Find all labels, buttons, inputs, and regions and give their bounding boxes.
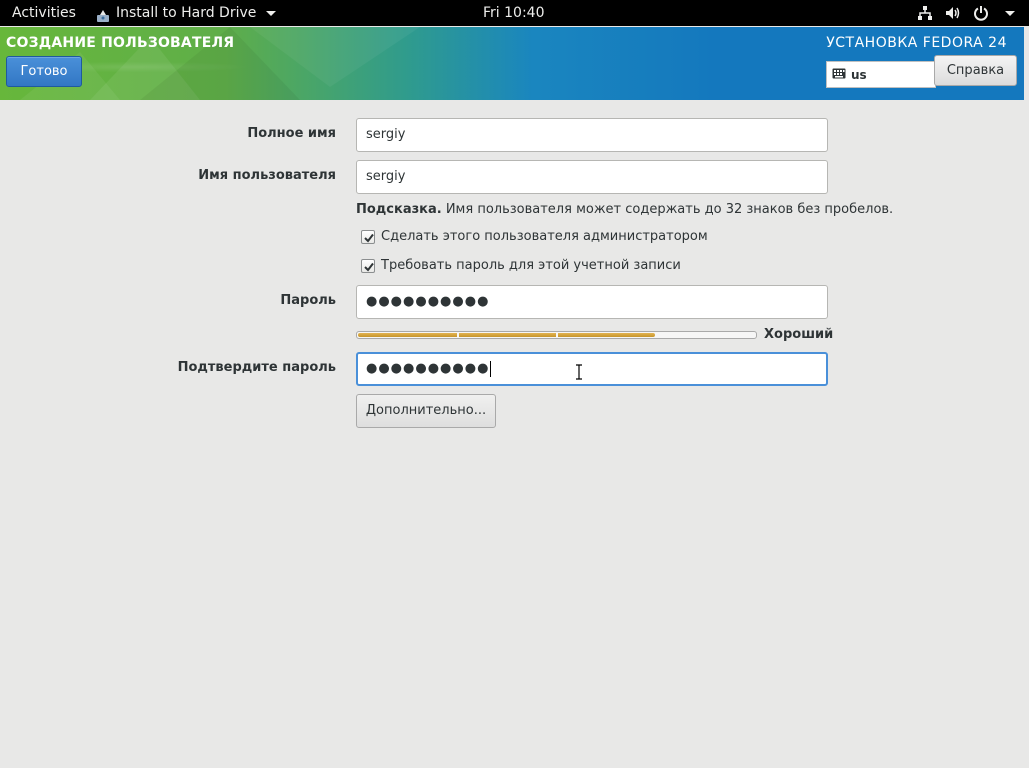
admin-checkbox[interactable] bbox=[361, 229, 375, 244]
power-icon bbox=[973, 5, 989, 21]
require-password-row[interactable]: Требовать пароль для этой учетной записи bbox=[361, 258, 681, 273]
strength-segment-divider bbox=[556, 332, 558, 338]
clock[interactable]: Fri 10:40 bbox=[483, 0, 544, 26]
keyboard-layout-label: us bbox=[851, 67, 867, 82]
system-menu[interactable] bbox=[917, 0, 1015, 26]
admin-checkbox-label: Сделать этого пользователя администратор… bbox=[381, 229, 708, 244]
admin-checkbox-row[interactable]: Сделать этого пользователя администратор… bbox=[361, 229, 708, 244]
keyboard-icon bbox=[832, 68, 846, 82]
product-title: УСТАНОВКА FEDORA 24 bbox=[826, 35, 1007, 51]
fullname-label: Полное имя bbox=[247, 126, 336, 141]
chevron-down-icon bbox=[266, 10, 277, 16]
spoke-title: СОЗДАНИЕ ПОЛЬЗОВАТЕЛЯ bbox=[6, 35, 235, 51]
volume-icon bbox=[945, 5, 961, 21]
activities-button[interactable]: Activities bbox=[12, 0, 76, 26]
password-input[interactable]: ●●●●●●●●●● bbox=[356, 285, 828, 319]
username-label: Имя пользователя bbox=[198, 168, 336, 183]
installer-icon bbox=[96, 6, 110, 22]
system-top-bar: Activities Install to Hard Drive Fri 10:… bbox=[0, 0, 1029, 26]
password-label: Пароль bbox=[280, 293, 336, 308]
keyboard-layout-indicator[interactable]: us bbox=[826, 61, 936, 88]
hint-text: Имя пользователя может содержать до 32 з… bbox=[441, 202, 894, 217]
text-caret bbox=[490, 360, 492, 377]
spoke-header: СОЗДАНИЕ ПОЛЬЗОВАТЕЛЯ Готово УСТАНОВКА F… bbox=[0, 27, 1024, 100]
chevron-down-icon bbox=[1005, 10, 1015, 16]
username-hint: Подсказка. Имя пользователя может содерж… bbox=[356, 202, 893, 217]
help-button[interactable]: Справка bbox=[934, 55, 1017, 86]
advanced-button[interactable]: Дополнительно... bbox=[356, 394, 496, 428]
password-strength-fill bbox=[358, 333, 656, 337]
done-button[interactable]: Готово bbox=[6, 56, 82, 87]
require-password-checkbox[interactable] bbox=[361, 258, 375, 273]
username-input[interactable]: sergiy bbox=[356, 160, 828, 194]
ibeam-cursor-icon bbox=[574, 364, 584, 384]
confirm-password-input[interactable]: ●●●●●●●●●● bbox=[356, 352, 828, 386]
fullname-input[interactable]: sergiy bbox=[356, 118, 828, 152]
confirm-password-label: Подтвердите пароль bbox=[177, 360, 336, 375]
strength-segment-divider bbox=[457, 332, 459, 338]
confirm-password-value: ●●●●●●●●●● bbox=[366, 361, 490, 376]
app-menu[interactable]: Install to Hard Drive bbox=[96, 0, 277, 26]
app-menu-label: Install to Hard Drive bbox=[116, 5, 257, 21]
hint-bold: Подсказка. bbox=[356, 202, 442, 217]
require-password-label: Требовать пароль для этой учетной записи bbox=[381, 258, 681, 273]
network-icon bbox=[917, 5, 933, 21]
password-strength-bar bbox=[356, 331, 757, 339]
password-strength-label: Хороший bbox=[764, 327, 834, 342]
strength-segment-divider bbox=[655, 332, 657, 338]
